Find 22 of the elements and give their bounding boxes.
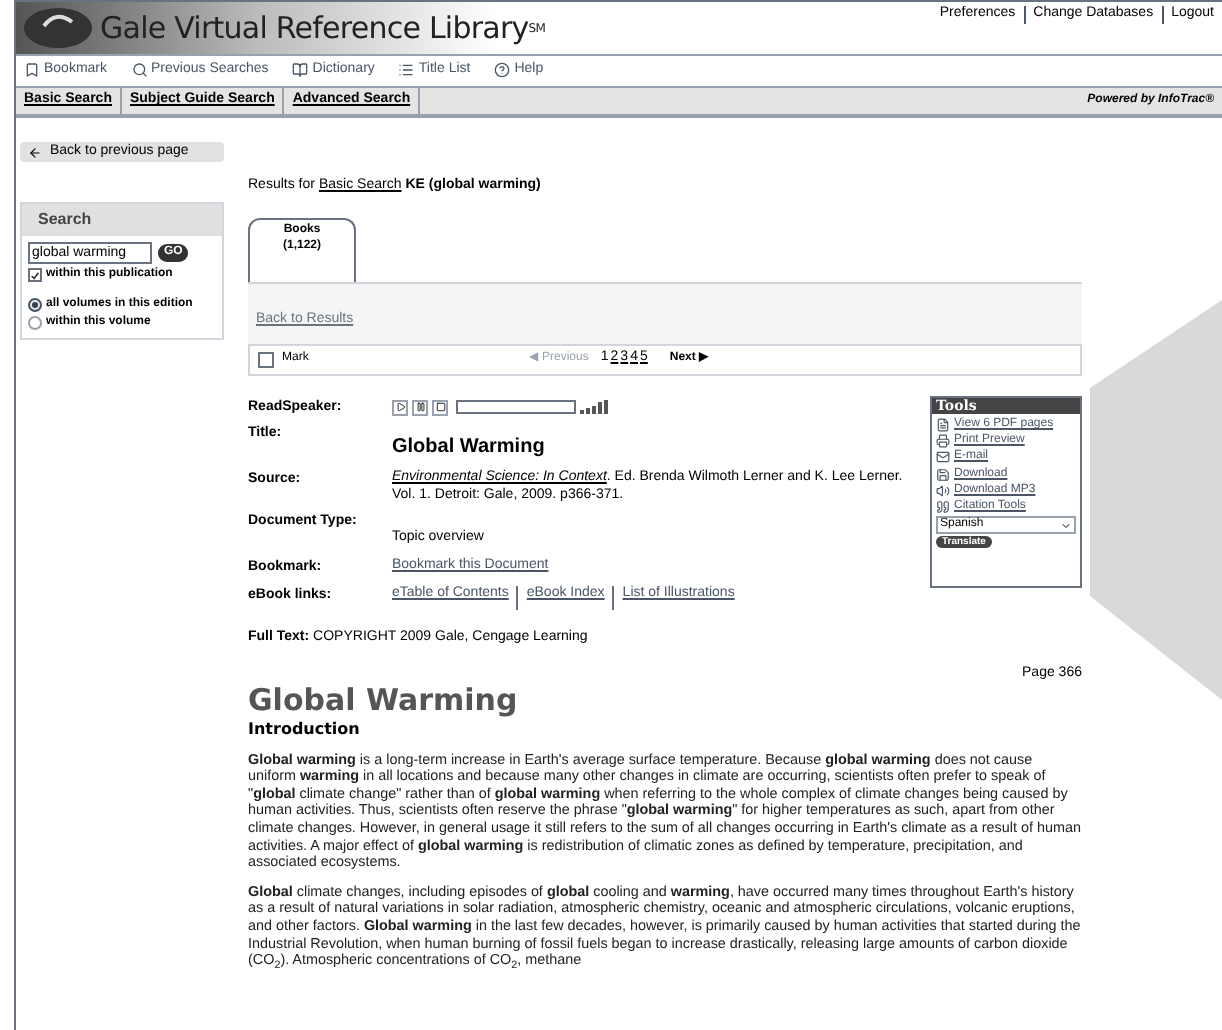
mark-checkbox[interactable] [258,351,274,368]
player-button[interactable] [392,399,408,416]
toolbar-icon [398,62,415,79]
arrow-icon [28,145,42,160]
checkbox[interactable] [28,268,42,283]
volume-icon [580,400,608,415]
progress-track [456,400,576,415]
document-title: Global Warming [392,435,545,458]
radio-button[interactable] [28,298,42,313]
toolbar-icon [292,62,309,79]
article-title: Global Warming [248,682,520,721]
article-subtitle: Introduction [248,720,362,740]
player-button[interactable] [432,399,448,416]
search-heading: Search [22,204,222,236]
chevron-down-icon [1060,519,1072,532]
radio-button[interactable] [28,316,42,331]
toolbar-icon [24,62,40,79]
player-button[interactable] [412,399,428,416]
site-title: Gale Virtual Reference Library$^{SM}$ [100,10,546,46]
toolbar-icon [494,62,511,79]
logo-icon [24,8,92,48]
toolbar-icon [131,62,148,79]
